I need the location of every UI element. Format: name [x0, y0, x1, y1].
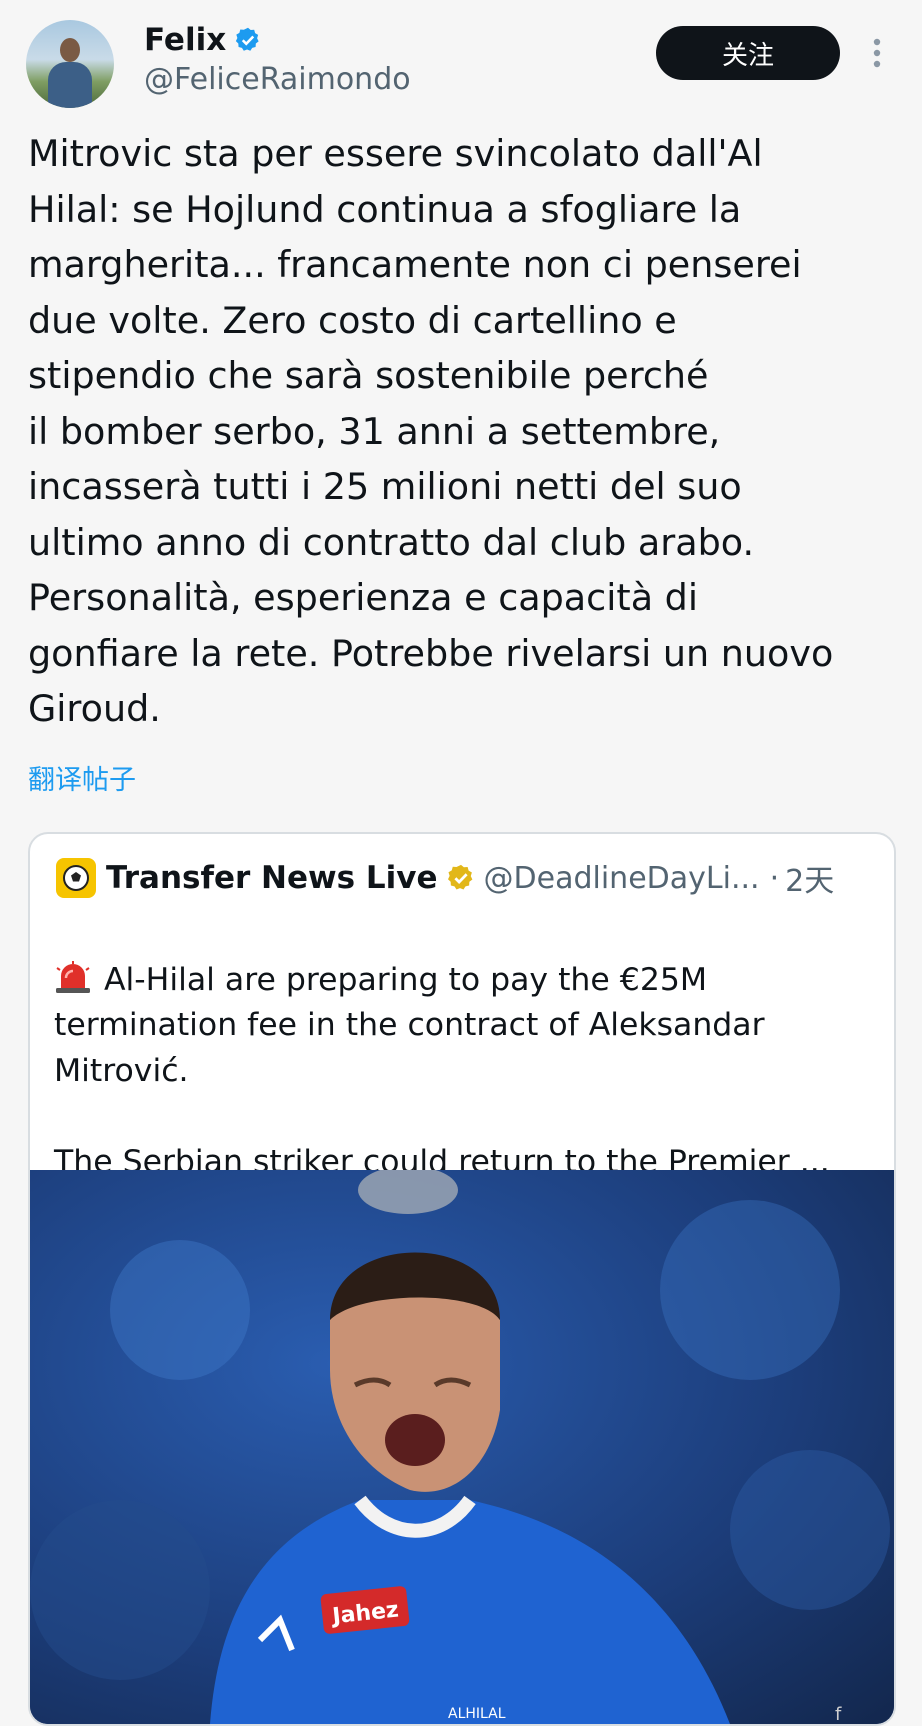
author-name-row: Felix [144, 20, 262, 60]
follow-button[interactable]: 关注 [656, 26, 840, 80]
more-options-icon[interactable] [870, 36, 884, 70]
author-handle[interactable]: @FeliceRaimondo [144, 62, 411, 97]
author-name[interactable]: Felix [144, 22, 226, 58]
quoted-tweet-text: Al-Hilal are preparing to pay the €25M t… [54, 912, 874, 1185]
quoted-tweet-header: Transfer News Live @DeadlineDayLi... · 2… [56, 856, 876, 900]
quoted-tweet-card[interactable]: Transfer News Live @DeadlineDayLi... · 2… [28, 832, 896, 1726]
verified-badge-icon [236, 27, 259, 51]
author-avatar[interactable] [26, 20, 114, 108]
player-photo: Jahez ALHILAL [30, 1170, 894, 1724]
club-crest-text: ALHILAL [448, 1706, 506, 1722]
translate-post-link[interactable]: 翻译帖子 [28, 758, 136, 797]
quoted-author-handle[interactable]: @DeadlineDayLi... [484, 861, 760, 896]
quoted-timestamp[interactable]: 2天 [785, 856, 834, 900]
tweet-text: Mitrovic sta per essere svincolato dall'… [28, 132, 834, 730]
tweet-header: Felix @FeliceRaimondo 关注 [0, 0, 922, 120]
transfer-news-live-avatar[interactable] [56, 858, 96, 898]
separator-dot: · [769, 860, 780, 896]
quoted-tweet-image[interactable]: Jahez ALHILAL [30, 1170, 894, 1724]
quoted-author-name[interactable]: Transfer News Live [106, 860, 438, 896]
watermark: f [835, 1704, 842, 1725]
quoted-tweet-body: Al-Hilal are preparing to pay the €25M t… [54, 961, 830, 1180]
siren-emoji-icon [56, 960, 90, 993]
soccer-ball-icon [63, 865, 89, 891]
gold-verified-badge-icon [447, 864, 472, 890]
